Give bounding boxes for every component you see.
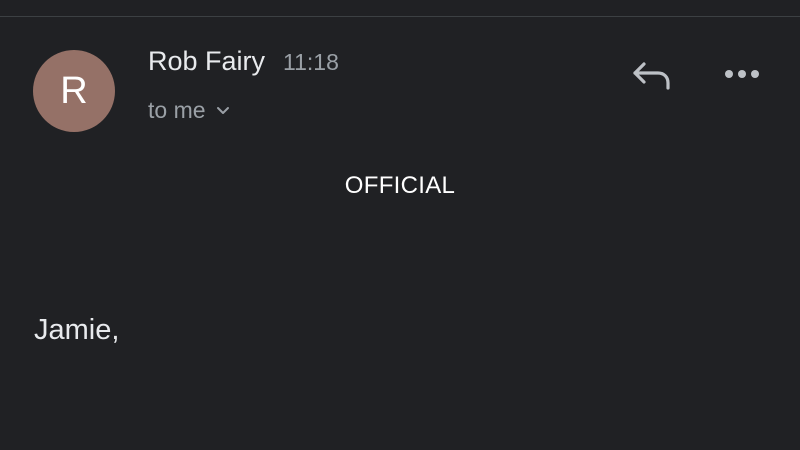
more-options-icon[interactable]	[720, 62, 764, 86]
sender-name[interactable]: Rob Fairy	[148, 46, 265, 77]
top-divider	[0, 16, 800, 17]
classification-label: OFFICIAL	[344, 172, 456, 199]
email-body-greeting: Jamie,	[34, 314, 120, 346]
recipient-label: to me	[148, 97, 206, 123]
sent-time: 11:18	[283, 49, 339, 75]
sender-avatar[interactable]: R	[33, 50, 115, 132]
sender-row: Rob Fairy 11:18	[148, 46, 339, 77]
avatar-initial: R	[60, 69, 88, 112]
reply-icon[interactable]	[630, 56, 674, 94]
chevron-down-icon	[216, 106, 229, 114]
recipient-details-toggle[interactable]: to me	[148, 97, 230, 124]
